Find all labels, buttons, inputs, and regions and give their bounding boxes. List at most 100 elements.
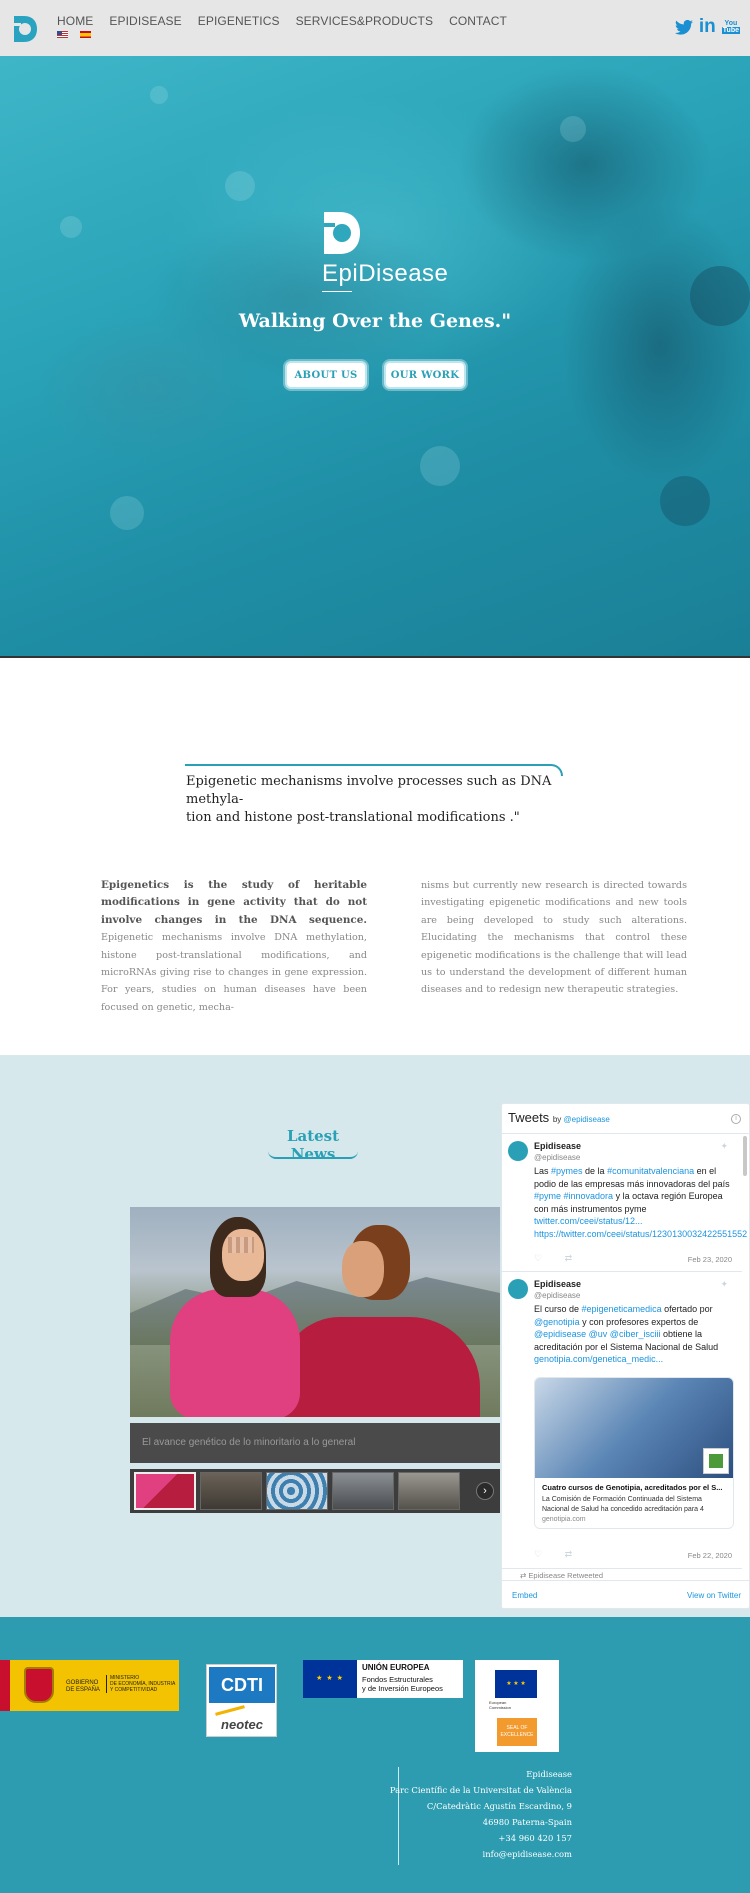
exc-line: Commission	[489, 1705, 512, 1710]
card-text: Cuatro cursos de Genotipia, acreditados …	[535, 1478, 733, 1528]
tweet-text-part: ofertado por	[661, 1304, 713, 1314]
view-on-twitter-link[interactable]: View on Twitter	[687, 1591, 741, 1600]
epidisease-logo[interactable]	[12, 14, 38, 44]
twitter-handle-link[interactable]: @epidisease	[564, 1115, 610, 1124]
photo-girl	[170, 1289, 300, 1417]
cdti-neotec-logo[interactable]: CDTI neotec	[206, 1664, 277, 1737]
social-links: in You Tube	[674, 17, 740, 36]
youtube-icon[interactable]: You Tube	[721, 20, 740, 34]
linkedin-icon[interactable]: in	[699, 17, 716, 36]
nav-epidisease[interactable]: EPIDISEASE	[109, 14, 181, 28]
ue-title: UNIÓN EUROPEA	[362, 1663, 430, 1672]
tweet-link[interactable]: twitter.com/ceei/status/12... https://tw…	[534, 1216, 747, 1239]
spanish-flag-icon[interactable]	[80, 31, 91, 38]
news-title-underline	[268, 1151, 358, 1159]
retweet-label: Epidisease Retweeted	[528, 1571, 604, 1580]
tweet-link-card[interactable]: Cuatro cursos de Genotipia, acreditados …	[534, 1377, 734, 1529]
hashtag-link[interactable]: #epigeneticamedica	[582, 1304, 662, 1314]
email-link[interactable]: info@epidisease.com	[390, 1847, 572, 1863]
genotipia-logo	[703, 1448, 729, 1474]
exc-badge-line: SEAL OF	[506, 1725, 528, 1731]
widget-scrollbar[interactable]	[743, 1136, 747, 1176]
intro-column-right: nisms but currently new research is dire…	[421, 880, 688, 996]
tweet-text: Las #pymes de la #comunitatvalenciana en…	[534, 1165, 747, 1240]
intro-bold-lead: Epigenetics is the study of heritable mo…	[101, 879, 367, 926]
gob-line: GOBIERNO	[66, 1680, 99, 1686]
gob-min-line: Y COMPETITIVIDAD	[110, 1687, 158, 1693]
tweet-text-part: Las	[534, 1166, 552, 1176]
hero-brand-name: EpiDisease	[322, 260, 449, 287]
european-commission-text: European Commission	[489, 1700, 511, 1710]
photo-woman	[280, 1317, 480, 1417]
twitter-bird-icon[interactable]: ✦	[720, 1279, 728, 1290]
news-slider-image[interactable]	[130, 1207, 500, 1417]
photo-woman-face	[342, 1241, 384, 1297]
hero-brand-underline	[322, 291, 352, 292]
card-title: Cuatro cursos de Genotipia, acreditados …	[542, 1483, 723, 1492]
twitter-icon[interactable]	[674, 19, 693, 35]
tweet-date[interactable]: Feb 23, 2020	[688, 1255, 732, 1264]
nav-home[interactable]: HOME	[57, 14, 93, 28]
bubble-decoration	[150, 86, 168, 104]
tweet-actions[interactable]: ♡ ⇄	[534, 1253, 582, 1264]
nav-services-products[interactable]: SERVICES&PRODUCTS	[296, 14, 434, 28]
news-thumbnail[interactable]	[266, 1472, 328, 1510]
epigenetics-quote: Epigenetic mechanisms involve processes …	[186, 773, 566, 827]
tweet-actions[interactable]: ♡ ⇄	[534, 1549, 582, 1560]
twitter-widget-footer: Embed View on Twitter	[502, 1580, 749, 1608]
union-europea-logo[interactable]: ★ ★ ★ UNIÓN EUROPEA Fondos Estructurales…	[303, 1660, 463, 1698]
hashtag-link[interactable]: #pyme #innovadora	[534, 1191, 613, 1201]
phone-number[interactable]: +34 960 420 157	[390, 1831, 572, 1847]
bubble-decoration	[660, 476, 710, 526]
tweet-item[interactable]: Epidisease @epidisease ✦ Las #pymes de l…	[502, 1135, 747, 1272]
hashtag-link[interactable]: #pymes	[551, 1166, 583, 1176]
tweet-date[interactable]: Feb 22, 2020	[688, 1551, 732, 1560]
tweet-item[interactable]: Epidisease @epidisease ✦ El curso de #ep…	[502, 1273, 742, 1569]
tweet-author-handle[interactable]: @epidisease	[534, 1291, 580, 1300]
card-domain: genotipia.com	[542, 1516, 586, 1523]
tweet-text-part: y con profesores expertos de	[579, 1316, 699, 1327]
tweet-text-part: El curso de	[534, 1304, 582, 1314]
info-icon[interactable]: i	[731, 1114, 741, 1124]
twitter-timeline-widget[interactable]: Tweets by @epidisease i Epidisease @epid…	[501, 1103, 750, 1609]
mention-link[interactable]: @epidisease @uv @ciber_isciii	[534, 1329, 660, 1339]
news-thumbnail[interactable]	[398, 1472, 460, 1510]
mention-link[interactable]: @genotipia	[534, 1317, 580, 1327]
tweet-avatar[interactable]	[508, 1141, 528, 1161]
photo-privacy-blur	[228, 1237, 254, 1253]
nav-contact[interactable]: CONTACT	[449, 14, 507, 28]
our-work-button[interactable]: OUR WORK	[384, 361, 466, 389]
ministerio-text: MINISTERIO DE ECONOMÍA, INDUSTRIA Y COMP…	[106, 1675, 175, 1693]
address-line: C/Catedràtic Agustín Escardino, 9	[426, 1800, 572, 1811]
language-selector	[57, 31, 91, 38]
ue-subtitle: Fondos Estructurales y de Inversión Euro…	[362, 1675, 443, 1693]
tweet-avatar[interactable]	[508, 1279, 528, 1299]
bubble-decoration	[560, 116, 586, 142]
quote-line-2: tion and histone post-translational modi…	[186, 810, 520, 825]
gobierno-espana-logo[interactable]: GOBIERNO DE ESPAÑA MINISTERIO DE ECONOMÍ…	[0, 1660, 179, 1711]
quote-line-1: Epigenetic mechanisms involve processes …	[186, 774, 552, 807]
address-line: Parc Científic de la Universitat de Valè…	[389, 1784, 572, 1795]
bubble-decoration	[110, 496, 144, 530]
tweet-link[interactable]: genotipia.com/genetica_medic...	[534, 1354, 663, 1364]
about-us-button[interactable]: ABOUT US	[285, 361, 367, 389]
intro-column-left: Epigenetics is the study of heritable mo…	[101, 877, 367, 1016]
news-caption[interactable]: El avance genético de lo minoritario a l…	[130, 1423, 500, 1463]
seal-of-excellence-logo[interactable]: ★ ★ ★ European Commission SEAL OF EXCELL…	[475, 1660, 559, 1752]
card-description: La Comisión de Formación Continuada del …	[542, 1496, 704, 1513]
news-thumbnail[interactable]	[134, 1472, 196, 1510]
slider-next-button[interactable]: ›	[476, 1482, 494, 1500]
hashtag-link[interactable]: #comunitatvalenciana	[607, 1166, 694, 1176]
tweet-author-name[interactable]: Epidisease	[534, 1279, 581, 1289]
english-flag-icon[interactable]	[57, 31, 68, 38]
youtube-label-top: You	[724, 20, 738, 27]
nav-epigenetics[interactable]: EPIGENETICS	[198, 14, 280, 28]
embed-link[interactable]: Embed	[512, 1591, 537, 1600]
tweet-author-name[interactable]: Epidisease	[534, 1141, 581, 1151]
twitter-bird-icon[interactable]: ✦	[720, 1141, 728, 1152]
site-header: HOME EPIDISEASE EPIGENETICS SERVICES&PRO…	[0, 0, 750, 56]
news-thumbnail[interactable]	[332, 1472, 394, 1510]
gobierno-text: GOBIERNO DE ESPAÑA	[66, 1680, 100, 1694]
news-thumbnail[interactable]	[200, 1472, 262, 1510]
tweet-author-handle[interactable]: @epidisease	[534, 1153, 580, 1162]
